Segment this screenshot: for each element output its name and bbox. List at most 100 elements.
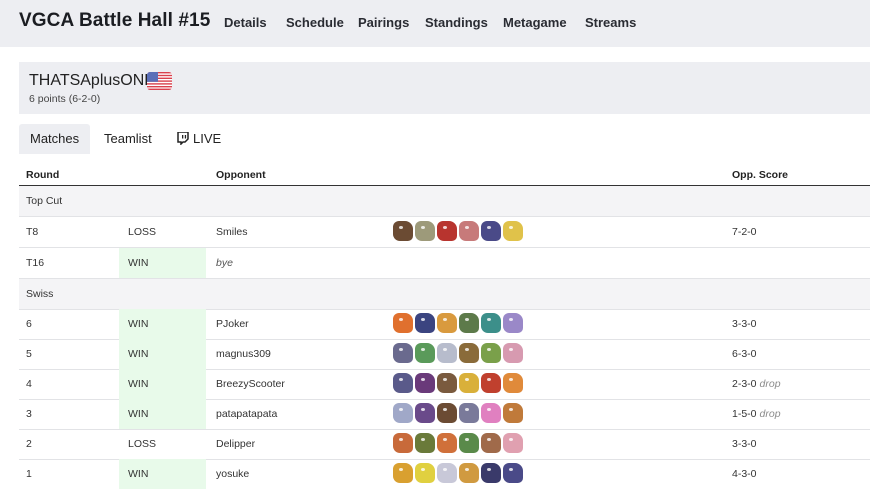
pokemon-sprite-icon	[393, 433, 413, 453]
pokemon-sprite-icon	[437, 433, 457, 453]
table-row[interactable]: T8 LOSS Smiles 7-2-0	[19, 217, 870, 248]
pokemon-sprite-icon	[481, 221, 501, 241]
opp-score-value: 6-3-0	[732, 348, 757, 360]
opponent-team	[393, 313, 523, 335]
nav-pairings[interactable]: Pairings	[358, 15, 409, 30]
top-nav: VGCA Battle Hall #15 Details Schedule Pa…	[0, 0, 870, 47]
section-label: Top Cut	[26, 195, 63, 207]
player-name: THATSAplusONE	[29, 72, 155, 89]
table-row[interactable]: 2 LOSS Delipper 3-3-0	[19, 429, 870, 460]
result-cell: WIN	[119, 399, 206, 429]
pokemon-sprite-icon	[503, 221, 523, 241]
round-cell: 3	[26, 408, 32, 420]
us-flag-icon	[147, 72, 172, 90]
pokemon-sprite-icon	[459, 403, 479, 423]
round-cell: 4	[26, 378, 32, 390]
table-header: Round Opponent Opp. Score	[19, 165, 870, 186]
opp-score-cell: 6-3-0	[732, 348, 757, 360]
pokemon-sprite-icon	[415, 403, 435, 423]
pokemon-sprite-icon	[503, 373, 523, 393]
pokemon-sprite-icon	[481, 403, 501, 423]
pokemon-sprite-icon	[437, 403, 457, 423]
opp-score-value: 3-3-0	[732, 318, 757, 330]
pokemon-sprite-icon	[415, 373, 435, 393]
opponent-link[interactable]: magnus309	[216, 348, 271, 360]
opponent-team	[393, 403, 523, 425]
round-cell: T8	[26, 226, 39, 238]
section-swiss: Swiss	[19, 279, 870, 310]
table-row[interactable]: 4 WIN BreezyScooter 2-3-0 drop	[19, 369, 870, 400]
tab-live-label: LIVE	[193, 131, 222, 146]
round-cell: 2	[26, 438, 32, 450]
opponent-bye: bye	[216, 257, 233, 269]
pokemon-sprite-icon	[393, 343, 413, 363]
nav-metagame[interactable]: Metagame	[503, 15, 567, 30]
pokemon-sprite-icon	[437, 343, 457, 363]
player-record: 6 points (6-2-0)	[29, 93, 101, 105]
opponent-link[interactable]: PJoker	[216, 318, 249, 330]
pokemon-sprite-icon	[503, 433, 523, 453]
pokemon-sprite-icon	[503, 313, 523, 333]
opp-score-value: 1-5-0	[732, 408, 757, 420]
opp-score-cell: 7-2-0	[732, 226, 757, 238]
round-cell: 5	[26, 348, 32, 360]
table-row[interactable]: 5 WIN magnus309 6-3-0	[19, 339, 870, 370]
nav-schedule[interactable]: Schedule	[286, 15, 344, 30]
opp-score-cell: 4-3-0	[732, 468, 757, 480]
result-cell: WIN	[119, 309, 206, 339]
opp-score-value: 3-3-0	[732, 438, 757, 450]
section-top-cut: Top Cut	[19, 186, 870, 217]
result-cell: WIN	[119, 459, 206, 489]
opponent-link[interactable]: BreezyScooter	[216, 378, 285, 390]
pokemon-sprite-icon	[415, 221, 435, 241]
opponent-link[interactable]: Delipper	[216, 438, 255, 450]
pokemon-sprite-icon	[459, 373, 479, 393]
pokemon-sprite-icon	[459, 343, 479, 363]
round-cell: T16	[26, 257, 45, 269]
tab-teamlist[interactable]: Teamlist	[93, 124, 163, 154]
pokemon-sprite-icon	[503, 463, 523, 483]
pokemon-sprite-icon	[481, 433, 501, 453]
table-row[interactable]: 6 WIN PJoker 3-3-0	[19, 309, 870, 340]
pokemon-sprite-icon	[393, 373, 413, 393]
pokemon-sprite-icon	[459, 221, 479, 241]
pokemon-sprite-icon	[481, 313, 501, 333]
table-row[interactable]: 3 WIN patapatapata 1-5-0 drop	[19, 399, 870, 430]
opp-score-cell: 3-3-0	[732, 318, 757, 330]
table-row[interactable]: T16 WIN bye	[19, 248, 870, 279]
pokemon-sprite-icon	[481, 463, 501, 483]
player-card: THATSAplusONE 6 points (6-2-0)	[19, 62, 870, 114]
opponent-link[interactable]: yosuke	[216, 468, 249, 480]
result-cell: LOSS	[128, 438, 157, 450]
opponent-link[interactable]: Smiles	[216, 226, 248, 238]
section-label: Swiss	[26, 288, 54, 300]
header-opponent: Opponent	[216, 169, 266, 181]
opponent-team	[393, 463, 523, 485]
twitch-icon	[177, 126, 189, 156]
opp-score-value: 2-3-0	[732, 378, 757, 390]
pokemon-sprite-icon	[415, 343, 435, 363]
pokemon-sprite-icon	[481, 343, 501, 363]
opp-score-cell: 1-5-0 drop	[732, 408, 781, 420]
nav-details[interactable]: Details	[224, 15, 267, 30]
opponent-team	[393, 433, 523, 455]
pokemon-sprite-icon	[393, 463, 413, 483]
tab-teamlist-label: Teamlist	[104, 131, 152, 146]
tab-matches[interactable]: Matches	[19, 124, 91, 154]
opp-score-cell: 2-3-0 drop	[732, 378, 781, 390]
pokemon-sprite-icon	[503, 403, 523, 423]
opponent-link[interactable]: patapatapata	[216, 408, 277, 420]
pokemon-sprite-icon	[459, 433, 479, 453]
pokemon-sprite-icon	[393, 403, 413, 423]
tab-live[interactable]: LIVE	[166, 124, 232, 154]
tournament-title[interactable]: VGCA Battle Hall #15	[19, 10, 210, 32]
table-row[interactable]: 1 WIN yosuke 4-3-0	[19, 459, 870, 490]
opponent-team	[393, 221, 523, 243]
pokemon-sprite-icon	[437, 373, 457, 393]
nav-standings[interactable]: Standings	[425, 15, 488, 30]
nav-streams[interactable]: Streams	[585, 15, 636, 30]
tab-matches-label: Matches	[30, 131, 80, 146]
pokemon-sprite-icon	[437, 221, 457, 241]
result-cell: WIN	[119, 248, 206, 278]
pokemon-sprite-icon	[437, 313, 457, 333]
